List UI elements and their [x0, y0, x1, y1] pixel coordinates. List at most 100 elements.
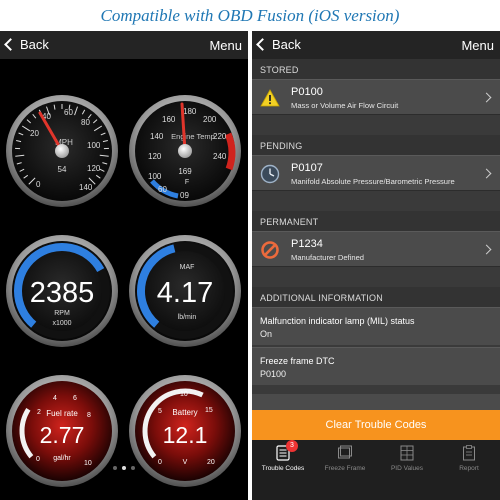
needle-hub: [55, 144, 69, 158]
tick-label: 20: [207, 459, 215, 466]
tab-trouble-codes[interactable]: 3 Trouble Codes: [252, 440, 314, 475]
tick-label: 6: [73, 395, 77, 402]
gauge-value: 4.17: [157, 277, 213, 309]
gauge-value: 54: [58, 165, 67, 174]
tick-label: 140: [79, 183, 93, 192]
tick-label: 8: [87, 412, 91, 419]
menu-button[interactable]: Menu: [209, 38, 242, 53]
report-icon: [463, 445, 475, 461]
tick-label: 180: [183, 107, 197, 116]
gauge-label: MAF: [180, 264, 195, 271]
back-button[interactable]: Back: [4, 37, 49, 52]
dtc-code: P1234: [291, 238, 323, 250]
redline-arc: [224, 132, 236, 171]
trouble-codes-screen: Back Menu STORED P0100 Mass or Volume Ai…: [252, 31, 500, 500]
gauge-value: 2385: [30, 277, 95, 309]
section-header-stored: STORED: [252, 59, 500, 79]
chevron-right-icon: [481, 244, 492, 255]
page-dot[interactable]: [113, 466, 117, 470]
info-label: Malfunction indicator lamp (MIL) status: [260, 316, 415, 326]
list-filler: [252, 394, 500, 410]
tick-label: 80: [81, 118, 90, 127]
pid-values-icon: [400, 445, 414, 461]
trouble-codes-badge: 3: [286, 440, 298, 452]
tab-label: Freeze Frame: [324, 465, 366, 472]
menu-button[interactable]: Menu: [461, 38, 494, 53]
tab-label: PID Values: [390, 465, 424, 472]
mil-status-row: Malfunction indicator lamp (MIL) status …: [252, 307, 500, 345]
tab-freeze-frame[interactable]: Freeze Frame: [314, 440, 376, 475]
gauge-unit: x1000: [52, 320, 71, 327]
tick-label: 0: [36, 456, 40, 463]
tick-label: 09: [180, 191, 189, 200]
stored-code-row[interactable]: P0100 Mass or Volume Air Flow Circuit: [252, 79, 500, 115]
rpm-gauge: 2385 RPM x1000: [6, 235, 118, 347]
tab-pid-values[interactable]: PID Values: [376, 440, 438, 475]
bottom-safe-area: [252, 475, 500, 500]
gauge-label: RPM: [54, 310, 70, 317]
tick-label: 10: [180, 391, 188, 398]
gauge-unit: gal/hr: [53, 455, 71, 462]
battery-gauge: 5 10 15 20 0 Battery 12.1 V: [129, 375, 241, 487]
tick-label: 0: [158, 459, 162, 466]
dtc-description: Mass or Volume Air Flow Circuit: [291, 101, 399, 110]
tick-label: 60: [64, 108, 73, 117]
gauge-unit: lb/min: [178, 314, 197, 321]
fuel-rate-gauge: 2 4 6 8 10 0 Fuel rate 2.77 gal/hr: [6, 375, 118, 487]
permanent-code-row[interactable]: P1234 Manufacturer Defined: [252, 231, 500, 267]
maf-gauge: MAF 4.17 lb/min: [129, 235, 241, 347]
back-button[interactable]: Back: [256, 37, 301, 52]
nav-bar: Back Menu: [252, 31, 500, 59]
clear-trouble-codes-button[interactable]: Clear Trouble Codes: [252, 410, 500, 440]
freeze-frame-icon: [338, 445, 352, 459]
tick-label: 0: [36, 180, 41, 189]
nav-bar: Back Menu: [0, 31, 248, 59]
gauge-value: 2.77: [40, 422, 85, 448]
tick-label: 4: [53, 395, 57, 402]
gauge-unit: V: [183, 459, 188, 466]
dtc-code: P0107: [291, 162, 323, 174]
chevron-left-icon: [256, 38, 269, 51]
tab-label: Report: [459, 465, 479, 472]
tick-label: 100: [87, 141, 101, 150]
chevron-left-icon: [4, 38, 17, 51]
needle-hub: [178, 144, 192, 158]
section-header-permanent: PERMANENT: [252, 211, 500, 231]
section-header-pending: PENDING: [252, 135, 500, 155]
freeze-frame-dtc-row: Freeze frame DTC P0100: [252, 347, 500, 385]
tick-label: 5: [158, 408, 162, 415]
info-value: P0100: [260, 369, 287, 379]
tick-label: 220: [213, 132, 227, 141]
gauge-label: Battery: [172, 408, 197, 417]
tick-label: 120: [87, 164, 101, 173]
dtc-description: Manifold Absolute Pressure/Barometric Pr…: [291, 177, 455, 186]
tick-label: 100: [148, 172, 162, 181]
tick-label: 200: [203, 115, 217, 124]
tick-label: 120: [148, 152, 162, 161]
gauge-unit: F: [185, 179, 189, 186]
chevron-right-icon: [481, 92, 492, 103]
tick-label: 20: [30, 129, 39, 138]
page-indicator[interactable]: [0, 466, 248, 470]
tick-label: 2: [37, 409, 41, 416]
prohibited-icon: [261, 241, 279, 259]
section-header-additional: ADDITIONAL INFORMATION: [252, 287, 500, 307]
banner-title: Compatible with OBD Fusion (iOS version): [100, 6, 400, 25]
gauges-screen: Back Menu 20 40 60 80 100 120 140 0 MPH …: [0, 31, 248, 500]
engine-temp-gauge: 120 140 160 180 200 220 240 100 60 09 En…: [129, 95, 241, 207]
dtc-description: Manufacturer Defined: [291, 253, 365, 262]
tick-label: 140: [150, 132, 164, 141]
gauge-value: 169: [178, 167, 192, 176]
back-label: Back: [272, 37, 301, 52]
pending-code-row[interactable]: P0107 Manifold Absolute Pressure/Baromet…: [252, 155, 500, 191]
tab-report[interactable]: Report: [438, 440, 500, 475]
speed-gauge: 20 40 60 80 100 120 140 0 MPH 54: [6, 95, 118, 207]
tick-label: 240: [213, 152, 227, 161]
dtc-code: P0100: [291, 86, 323, 98]
page-dot[interactable]: [131, 466, 135, 470]
gauge-label: Fuel rate: [46, 409, 78, 418]
warning-icon: [260, 89, 280, 107]
gauge-value: 12.1: [163, 422, 208, 448]
page-dot[interactable]: [122, 466, 126, 470]
clock-icon: [260, 164, 280, 184]
